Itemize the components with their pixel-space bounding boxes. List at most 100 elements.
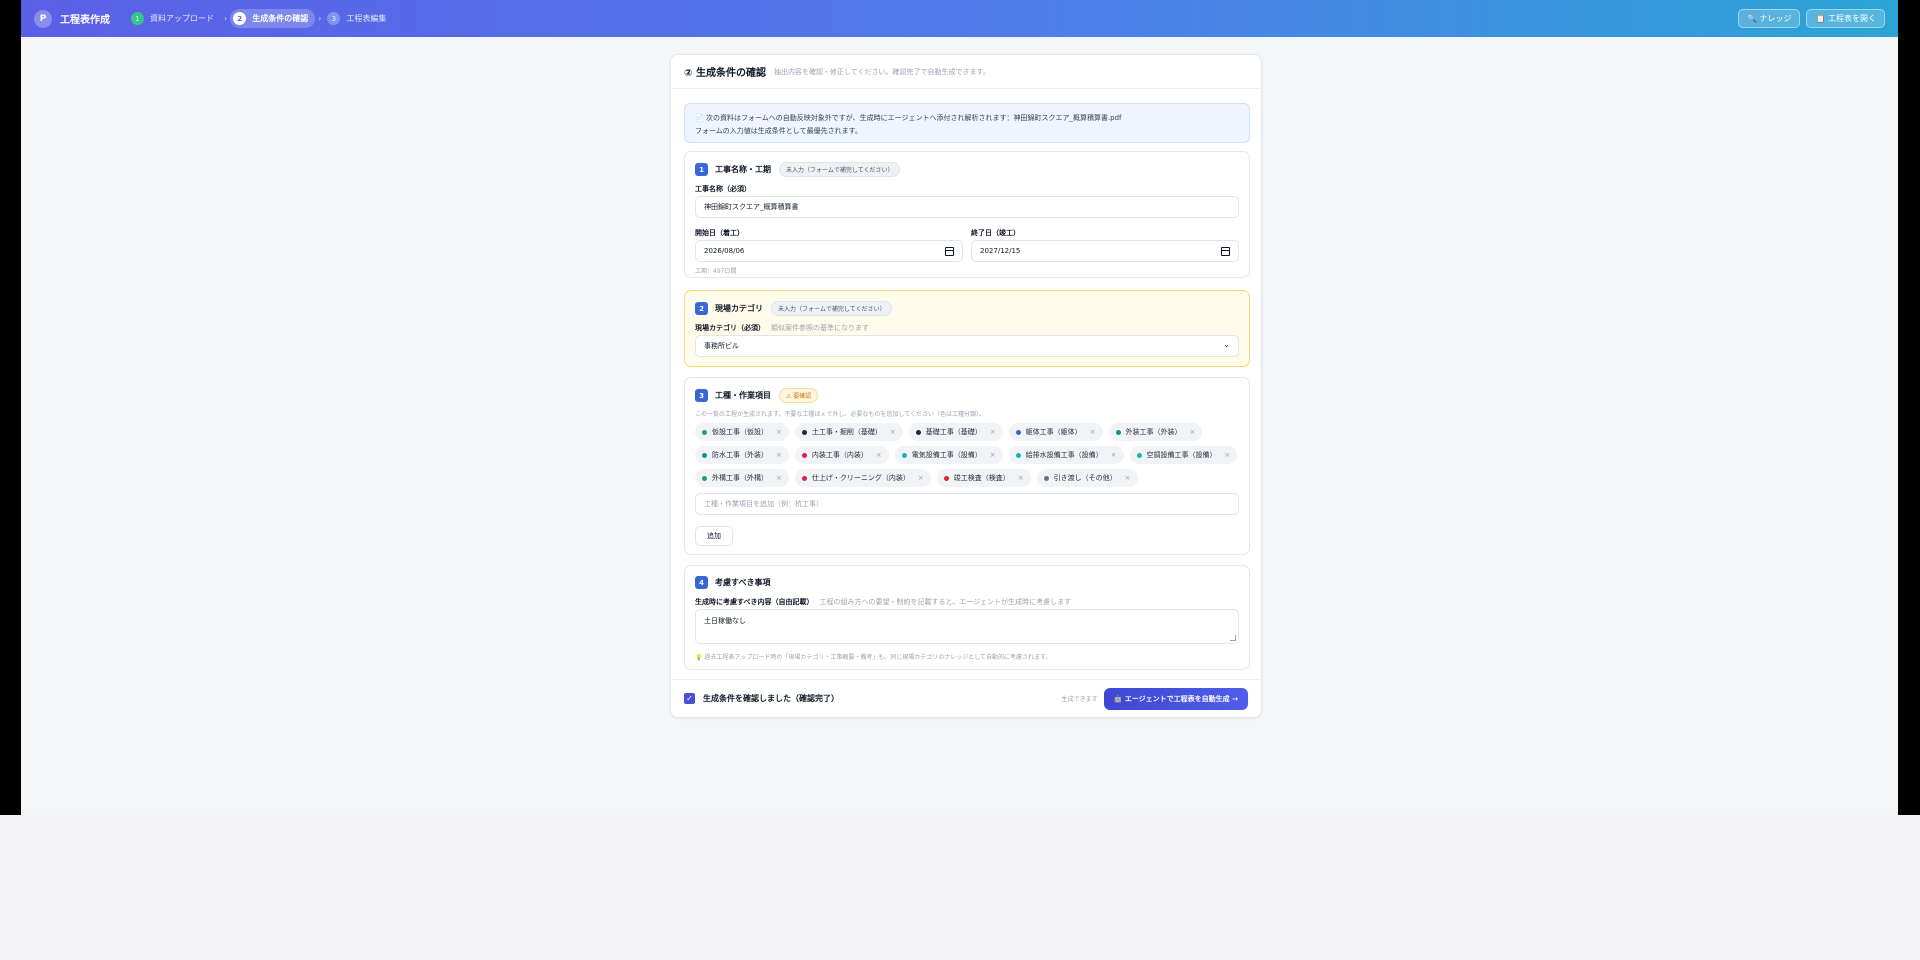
start-date-input[interactable]: 2026/08/06 [695,240,963,262]
step-number: 2 [233,12,247,25]
category-dot-icon [801,429,807,435]
chip-label: 給排水設備工事（設備） [1025,451,1103,459]
work-item-chip: 基礎工事（基礎） × [908,423,1003,441]
chip-label: 外装工事（外装） [1125,428,1182,436]
app-logo: P [34,9,52,28]
duration-text: 工期：497日間 [695,268,737,275]
category-dot-icon [801,452,807,458]
section-header: 4 考慮すべき事項 [695,576,770,589]
category-dot-icon [801,475,807,481]
considerations-hint: 工程の組み方への要望・制約を記載すると、エージェントが生成時に考慮します [819,598,1072,606]
chip-label: 防水工事（外装） [712,451,768,459]
remove-chip-icon[interactable]: × [776,428,782,436]
add-work-item-input[interactable]: 工種・作業項目を追加（例：杭工事） [695,493,1239,515]
considerations-label: 生成時に考慮すべき内容（自由記載） 工程の組み方への要望・制約を記載すると、エージ… [695,597,1071,607]
remove-chip-icon[interactable]: × [1125,474,1131,482]
remove-chip-icon[interactable]: × [890,428,896,436]
work-item-chip: 給排水設備工事（設備） × [1008,446,1124,464]
remove-chip-icon[interactable]: × [776,474,782,482]
chip-label: 竣工検査（検査） [953,474,1010,482]
knowledge-button[interactable]: 🔍 ナレッジ [1737,9,1801,28]
section-considerations: 4 考慮すべき事項 生成時に考慮すべき内容（自由記載） 工程の組み方への要望・制約… [684,565,1250,670]
chevron-right-icon: › [224,14,228,23]
confirm-checkbox[interactable]: ✓ [684,693,695,704]
category-dot-icon [1015,452,1021,458]
chip-label: 躯体工事（躯体） [1025,428,1082,436]
calendar-icon[interactable] [945,247,954,256]
end-date-input[interactable]: 2027/12/15 [971,240,1239,262]
remove-chip-icon[interactable]: × [1111,451,1117,459]
work-item-chip: 防水工事（外装） × [695,446,789,464]
section-title: 工種・作業項目 [715,391,771,400]
end-date-label: 終了日（竣工） [971,229,1020,237]
remove-chip-icon[interactable]: × [990,451,996,459]
remove-chip-icon[interactable]: × [776,451,782,459]
category-dot-icon [915,429,921,435]
info-line: 📄 次の資料はフォームへの自動反映対象外ですが、生成時にエージェントへ添付され解… [695,114,1122,122]
section-header: 2 現場カテゴリ 未入力（フォームで補完してください） [695,301,893,316]
start-date-value: 2026/08/06 [704,247,745,255]
step-label: 工程表編集 [346,14,387,23]
work-item-chip: 仕上げ・クリーニング（内装） × [794,469,931,487]
remove-chip-icon[interactable]: × [918,474,924,482]
step-label: 資料アップロード [150,14,214,23]
chevron-right-icon: › [318,14,322,23]
step-upload[interactable]: 1 資料アップロード [128,9,221,28]
project-name-label: 工事名称（必須） [695,185,751,193]
card-footer: ✓ 生成条件を確認しました（確認完了） 生成できます 🤖 エージェントで工程表を… [671,679,1261,717]
section-title: 考慮すべき事項 [715,578,771,587]
work-item-chip: 土工事・掘削（基礎） × [794,423,903,441]
card-subtitle: 抽出内容を確認・修正してください。確認完了で自動生成できます。 [773,67,990,76]
remove-chip-icon[interactable]: × [876,451,882,459]
project-name-input[interactable]: 神田錦町スクエア_概算積算書 [695,196,1239,218]
site-category-value: 事務所ビル [704,342,739,350]
site-category-select[interactable]: 事務所ビル ⌄ [695,335,1239,357]
info-notice: 📄 次の資料はフォームへの自動反映対象外ですが、生成時にエージェントへ添付され解… [684,103,1250,143]
step-number: 3 [327,12,341,25]
work-item-chip: 空調設備工事（設備） × [1129,446,1238,464]
add-work-item-button[interactable]: 追加 [695,526,733,546]
section-site-category: 2 現場カテゴリ 未入力（フォームで補完してください） 現場カテゴリ（必須） 類似… [684,290,1250,367]
card-header: ② 生成条件の確認 抽出内容を確認・修正してください。確認完了で自動生成できます… [671,55,1261,89]
chip-label: 空調設備工事（設備） [1146,451,1217,459]
resize-handle[interactable] [1230,635,1236,641]
step-edit-schedule[interactable]: 3 工程表編集 [324,9,393,28]
generate-schedule-button[interactable]: 🤖 エージェントで工程表を自動生成 → [1103,687,1248,710]
step-label: 生成条件の確認 [252,14,309,23]
work-item-chip: 引き渡し（その他） × [1036,469,1138,487]
remove-chip-icon[interactable]: × [990,428,996,436]
considerations-label-text: 生成時に考慮すべき内容（自由記載） [695,598,814,606]
conditions-card: ② 生成条件の確認 抽出内容を確認・修正してください。確認完了で自動生成できます… [670,54,1262,718]
category-dot-icon [1115,429,1121,435]
work-item-chip: 躯体工事（躯体） × [1008,423,1103,441]
chip-label: 引き渡し（その他） [1053,474,1117,482]
calendar-icon[interactable] [1221,247,1230,256]
right-black-bar [1898,0,1920,815]
app-title: 工程表作成 [60,15,110,26]
card-title: ② 生成条件の確認 [684,68,766,79]
confirm-checkbox-label[interactable]: 生成条件を確認しました（確認完了） [703,693,839,704]
remove-chip-icon[interactable]: × [1225,451,1231,459]
remove-chip-icon[interactable]: × [1090,428,1096,436]
remove-chip-icon[interactable]: × [1018,474,1024,482]
chip-label: 土工事・掘削（基礎） [811,428,882,436]
status-badge: 未入力（フォームで補完してください） [771,301,893,316]
category-dot-icon [702,429,707,435]
info-line: フォームの入力値は生成条件として最優先されます。 [695,127,862,135]
category-dot-icon [901,452,907,458]
chip-label: 仮設工事（仮設） [712,428,768,436]
section-number-badge: 1 [695,163,708,176]
site-category-label-text: 現場カテゴリ（必須） [695,324,765,332]
ready-hint: 生成できます [1061,696,1098,703]
chevron-down-icon: ⌄ [1223,340,1230,349]
considerations-textarea[interactable]: 土日稼働なし [695,609,1239,644]
work-item-chip: 内装工事（内装） × [794,446,889,464]
work-item-chips: 仮設工事（仮設） × 土工事・掘削（基礎） × 基礎工事（基礎） × 躯体工事（躯体） × 外装… [695,423,1241,487]
remove-chip-icon[interactable]: × [1190,428,1196,436]
step-confirm-conditions[interactable]: 2 生成条件の確認 [230,9,316,28]
open-schedule-button[interactable]: 📋 工程表を開く [1806,9,1885,28]
considerations-value: 土日稼働なし [704,617,746,625]
end-date-value: 2027/12/15 [980,247,1021,255]
section-header: 1 工事名称・工期 未入力（フォームで補完してください） [695,162,901,177]
work-items-description: この一覧の工程が生成されます。不要な工種はｘで外し、必要なものを追加してください… [695,411,986,418]
